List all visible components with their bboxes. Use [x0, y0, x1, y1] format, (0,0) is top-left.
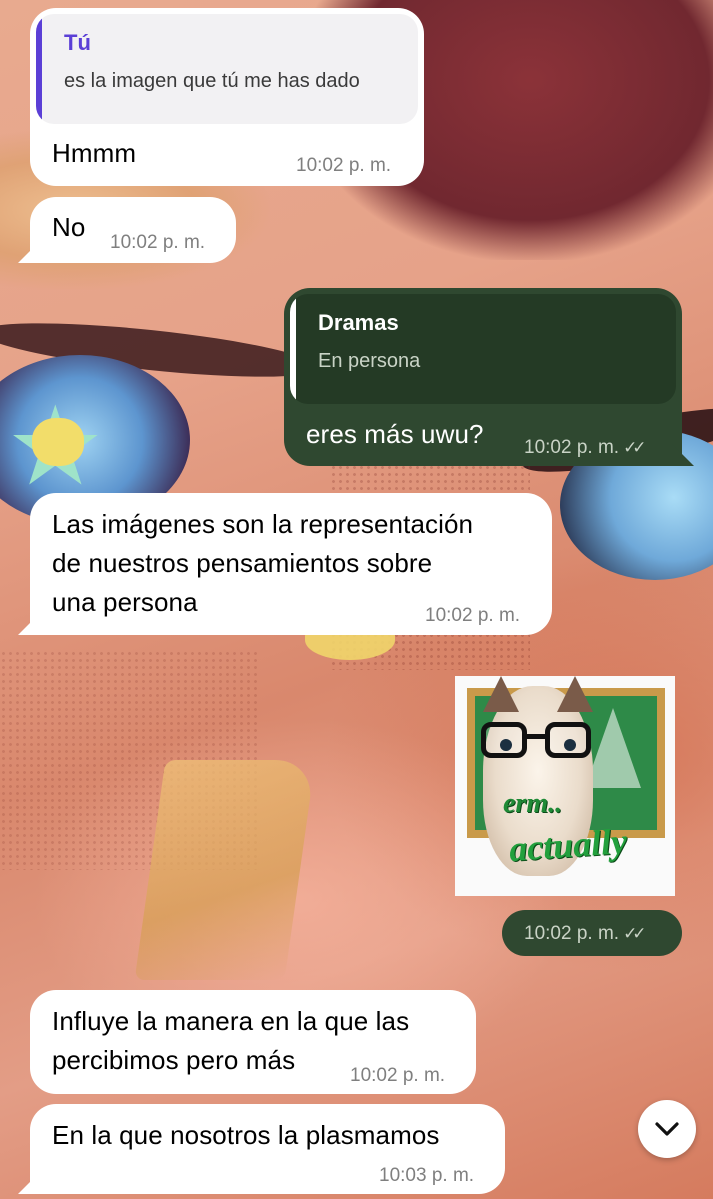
message-text: Hmmm — [52, 138, 137, 168]
message-time: 10:02 p. m. ✓✓ — [524, 437, 646, 458]
message-time: 10:02 p. m. — [425, 605, 521, 626]
read-receipt-icon: ✓✓ — [623, 438, 646, 457]
reply-quote[interactable]: Dramas En persona — [290, 294, 676, 404]
sticker-time-pill: 10:02 p. m. ✓✓ — [502, 910, 682, 956]
quote-author: Tú — [64, 30, 91, 55]
message-text: En la que nosotros la plasmamos — [52, 1120, 440, 1150]
quote-text: es la imagen que tú me has dado — [64, 70, 360, 92]
sticker-caption: erm.. — [503, 788, 563, 819]
glasses-icon — [481, 722, 599, 762]
message-text: Las imágenes son la representación de nu… — [52, 509, 474, 617]
message-time: 10:02 p. m. — [350, 1065, 446, 1086]
message-time: 10:02 p. m. — [110, 232, 206, 253]
message-text: eres más uwu? — [306, 419, 484, 449]
message-time: 10:02 p. m. — [296, 155, 392, 176]
sticker-caption: actually — [507, 820, 629, 870]
quote-author: Dramas — [318, 310, 399, 335]
scroll-to-bottom-button[interactable] — [638, 1100, 696, 1158]
message-time: 10:02 p. m. — [524, 923, 620, 944]
chevron-down-icon — [655, 1122, 679, 1136]
message-text: No — [52, 212, 86, 242]
message-bubble-incoming[interactable]: No 10:02 p. m. — [18, 197, 236, 263]
reply-quote[interactable]: Tú es la imagen que tú me has dado — [36, 14, 418, 124]
message-bubble-incoming[interactable]: En la que nosotros la plasmamos 10:03 p.… — [18, 1104, 505, 1194]
quote-accent-bar — [36, 14, 42, 124]
quote-accent-bar — [290, 294, 296, 404]
message-bubble-incoming[interactable]: Influye la manera en la que las percibim… — [30, 990, 476, 1094]
message-bubble-incoming[interactable]: Tú es la imagen que tú me has dado Hmmm … — [30, 8, 424, 186]
message-bubble-outgoing[interactable]: Dramas En persona eres más uwu? 10:02 p.… — [284, 288, 694, 466]
cat-with-glasses-sticker[interactable]: erm.. actually — [455, 676, 675, 896]
read-receipt-icon: ✓✓ — [623, 924, 646, 943]
message-time: 10:03 p. m. — [379, 1165, 475, 1186]
message-bubble-incoming[interactable]: Las imágenes son la representación de nu… — [18, 493, 552, 635]
quote-text: En persona — [318, 350, 421, 372]
